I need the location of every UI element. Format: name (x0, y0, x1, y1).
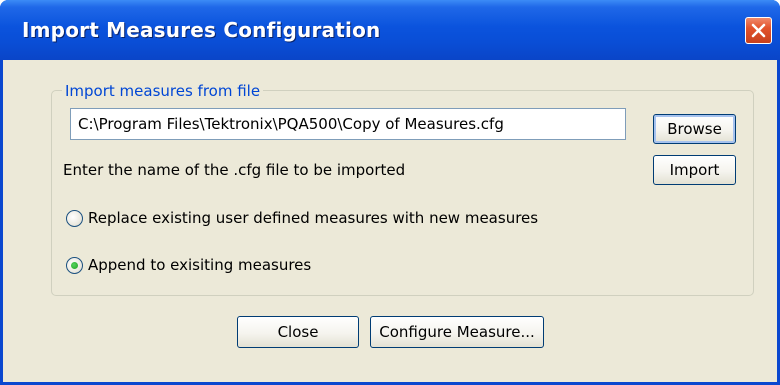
file-path-input[interactable]: C:\Program Files\Tektronix\PQA500\Copy o… (70, 108, 626, 140)
append-measures-radio[interactable] (66, 257, 83, 274)
close-window-button[interactable] (745, 17, 772, 44)
groupbox-label: Import measures from file (62, 82, 264, 100)
close-icon (751, 23, 766, 38)
title-bar[interactable]: Import Measures Configuration (0, 0, 780, 60)
dialog-title: Import Measures Configuration (22, 18, 381, 42)
dialog-window: Import Measures Configuration Import mea… (0, 0, 780, 385)
replace-measures-label[interactable]: Replace existing user defined measures w… (88, 209, 538, 227)
import-button[interactable]: Import (653, 155, 736, 185)
radio-selected-dot (71, 262, 78, 269)
browse-button[interactable]: Browse (653, 114, 736, 144)
close-button[interactable]: Close (237, 316, 359, 348)
append-measures-label[interactable]: Append to exisiting measures (88, 256, 311, 274)
dialog-body: Import measures from file C:\Program Fil… (3, 60, 777, 382)
file-hint-text: Enter the name of the .cfg file to be im… (63, 161, 406, 179)
configure-measure-button[interactable]: Configure Measure... (370, 316, 544, 348)
replace-measures-radio[interactable] (66, 210, 83, 227)
